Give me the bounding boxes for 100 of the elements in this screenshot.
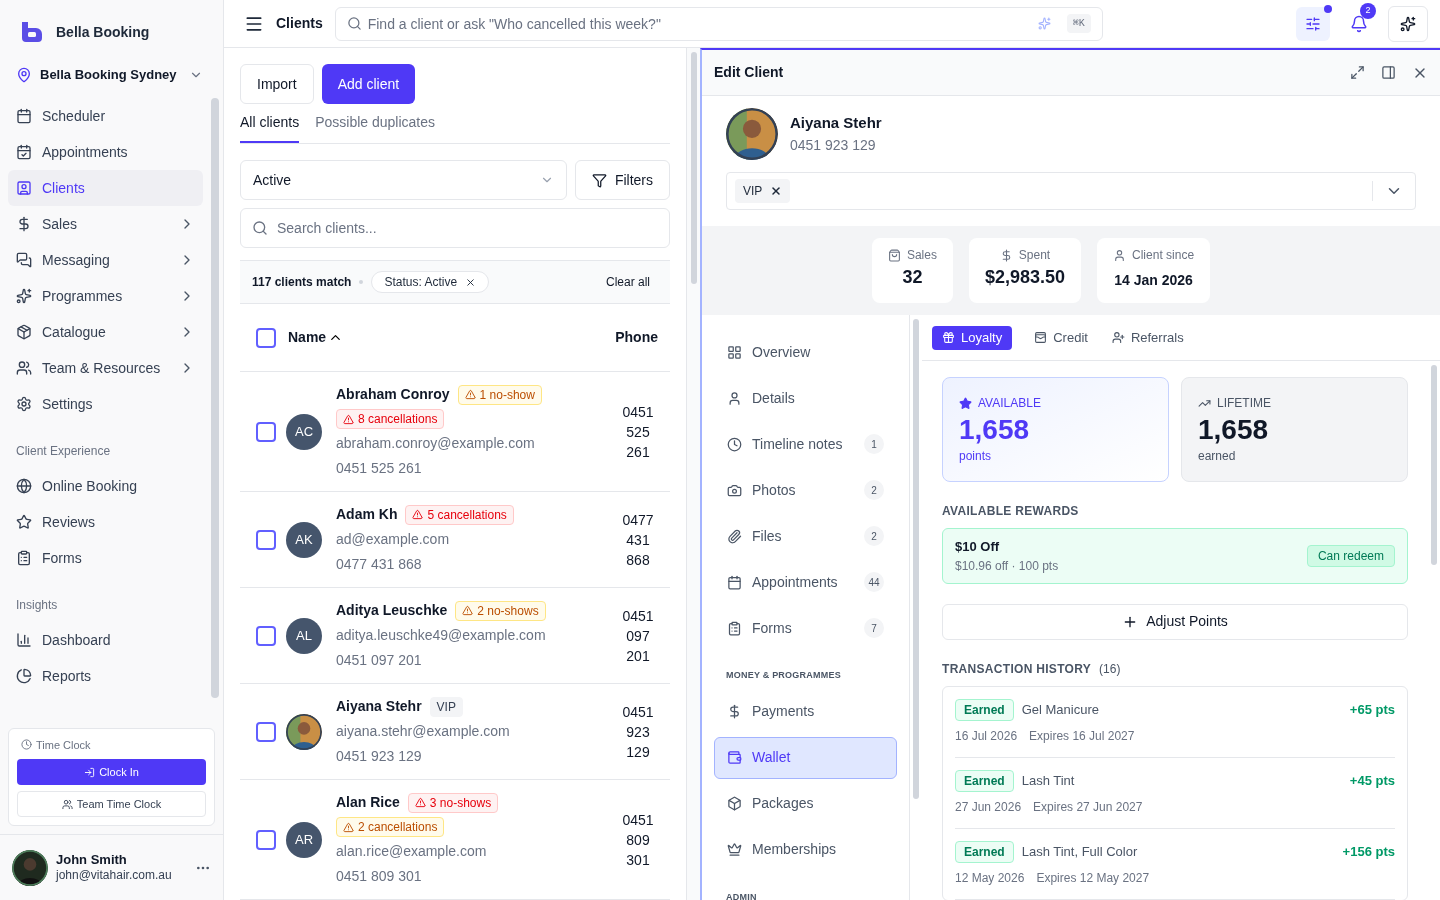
search-icon [252, 220, 268, 236]
sidebar-item[interactable]: Reviews [8, 504, 203, 540]
section-heading: TRANSACTION HISTORY [942, 660, 1092, 678]
panel-icon[interactable] [1381, 65, 1396, 80]
panel-nav-item[interactable]: Files 2 [714, 515, 897, 557]
client-name: Aiyana Stehr [790, 113, 882, 134]
sidebar-item[interactable]: Settings [8, 386, 203, 422]
wallet-tab[interactable]: Referrals [1101, 325, 1194, 350]
panel-nav-item[interactable]: Photos 2 [714, 469, 897, 511]
team-time-clock-button[interactable]: Team Time Clock [17, 791, 206, 817]
sidebar-item[interactable]: Dashboard [8, 622, 203, 658]
panel-nav-item[interactable]: Details [714, 377, 897, 419]
stat-label: Client since [1113, 246, 1195, 264]
warning-icon [462, 605, 474, 616]
stat-label: Sales [887, 246, 937, 264]
panel-nav-item[interactable]: Wallet [714, 736, 897, 779]
panel-nav-item[interactable]: Overview [714, 331, 897, 373]
sidebar-item[interactable]: Appointments [8, 134, 203, 170]
count-badge: 7 [864, 618, 884, 638]
status-select[interactable]: Active [240, 160, 567, 200]
sidebar-item[interactable]: Clients [8, 170, 203, 206]
warning-icon [414, 797, 426, 808]
count-badge: 2 [864, 526, 884, 546]
client-tag: 1 no-show [457, 384, 542, 405]
brand-name: Bella Booking [56, 22, 150, 42]
sidebar-item[interactable]: Catalogue [8, 314, 203, 350]
client-name[interactable]: Alan Rice [336, 792, 400, 813]
row-checkbox[interactable] [256, 421, 276, 442]
clear-all-link[interactable]: Clear all [606, 273, 658, 291]
transaction-type: Earned [955, 769, 1014, 792]
funnel-icon [591, 172, 607, 188]
client-phone: 0451 923 129 [336, 747, 423, 766]
count-badge: 1 [864, 434, 884, 454]
section-heading: Client Experience [15, 443, 112, 460]
assistant-button[interactable] [1388, 5, 1428, 42]
client-name[interactable]: Aiyana Stehr [336, 696, 422, 717]
import-button[interactable]: Import [240, 64, 314, 104]
row-checkbox[interactable] [256, 625, 276, 646]
wallet-tab[interactable]: Credit [1024, 325, 1098, 350]
person-icon [1113, 248, 1127, 262]
panel-nav-item[interactable]: Appointments 44 [714, 561, 897, 603]
panel-nav-item[interactable]: Memberships [714, 828, 897, 871]
person-icon [727, 390, 742, 406]
row-checkbox[interactable] [256, 829, 276, 850]
section-heading: Insights [15, 597, 59, 614]
reward-title: $10 Off [955, 538, 1001, 556]
add-client-button[interactable]: Add client [321, 64, 416, 104]
gift-icon [942, 331, 955, 344]
clock-in-button[interactable]: Clock In [17, 759, 206, 785]
select-all-checkbox[interactable] [256, 327, 276, 348]
transaction-name: Lash Tint, Full Color [1021, 842, 1139, 861]
wallet-tab[interactable]: Loyalty [932, 325, 1013, 350]
sparkles-icon [1037, 16, 1051, 30]
filters-button[interactable]: Filters [574, 160, 670, 200]
client-name[interactable]: Adam Kh [336, 504, 398, 525]
location-selector[interactable]: Bella Booking Sydney [0, 64, 223, 86]
phone-cell-text: 0451 097 201 [621, 606, 655, 666]
sidebar-item[interactable]: Team & Resources [8, 350, 203, 386]
transaction-points: +45 pts [1349, 771, 1395, 790]
panel-nav-item[interactable]: Packages [714, 782, 897, 825]
filter-chip[interactable]: Status: Active [371, 271, 490, 293]
client-search-field[interactable]: Search clients... [240, 208, 670, 248]
row-checkbox[interactable] [256, 721, 276, 742]
transaction-date: 16 Jul 2026 [955, 727, 1018, 745]
user-email: john@vitahair.com.au [56, 868, 173, 884]
sidebar-item[interactable]: Messaging [8, 242, 203, 278]
sidebar-item[interactable]: Programmes [8, 278, 203, 314]
transaction-points: +156 pts [1342, 842, 1395, 861]
row-checkbox[interactable] [256, 529, 276, 550]
page-title: Clients [276, 14, 323, 33]
sidebar-item[interactable]: Forms [8, 540, 203, 576]
card-label: LIFETIME [1198, 394, 1391, 412]
column-header[interactable]: Name [288, 327, 327, 348]
filters-toggle-button[interactable] [1296, 6, 1330, 41]
tab[interactable]: All clients [240, 112, 300, 143]
avatar-initials: AK [286, 521, 322, 558]
points-unit: points [959, 448, 993, 465]
panel-nav-item[interactable]: Payments [714, 690, 897, 733]
scrollbar[interactable] [690, 52, 697, 284]
sidebar-item[interactable]: Online Booking [8, 468, 203, 504]
sidebar-item[interactable]: Sales [8, 206, 203, 242]
tab[interactable]: Possible duplicates [315, 112, 435, 143]
sidebar-item[interactable]: Scheduler [8, 98, 203, 134]
panel-nav-item[interactable]: Timeline notes 1 [714, 423, 897, 465]
grid-icon [727, 344, 742, 360]
section-heading: MONEY & PROGRAMMES [725, 669, 842, 682]
scrollbar[interactable] [913, 319, 919, 799]
remove-icon[interactable] [770, 185, 783, 197]
tags-select[interactable]: VIP [726, 172, 1416, 210]
scrollbar[interactable] [1431, 365, 1437, 565]
panel-nav-item[interactable]: Forms 7 [714, 607, 897, 649]
logo-icon [20, 20, 44, 44]
client-name[interactable]: Aditya Leuschke [336, 600, 448, 621]
contact-card-icon [16, 180, 32, 196]
sidebar-item[interactable]: Reports [8, 658, 203, 694]
client-name[interactable]: Abraham Conroy [336, 384, 450, 405]
scrollbar[interactable] [211, 98, 219, 698]
adjust-points-button[interactable]: Adjust Points [942, 603, 1408, 640]
expand-icon[interactable] [1350, 65, 1365, 80]
sparkles-icon [16, 288, 32, 304]
